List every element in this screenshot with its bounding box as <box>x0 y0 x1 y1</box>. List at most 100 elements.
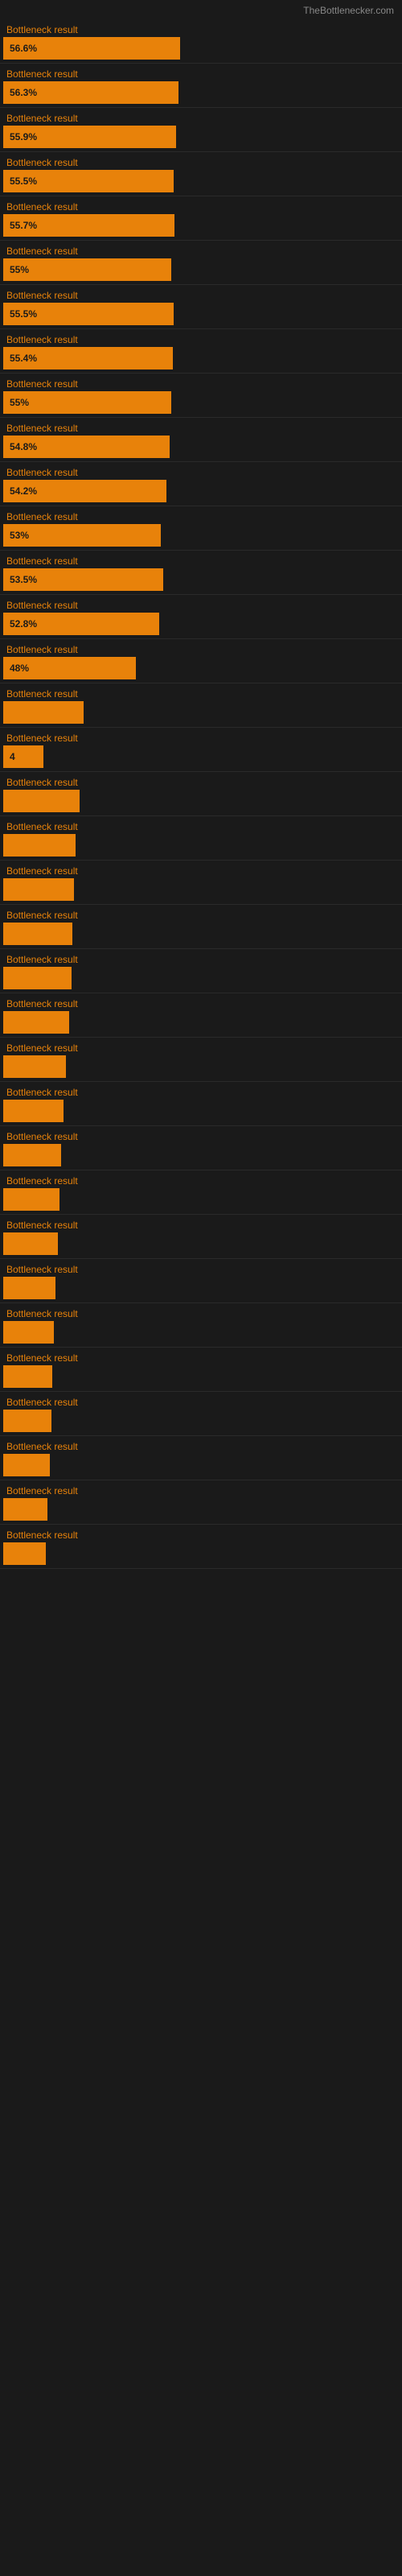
bottleneck-label: Bottleneck result <box>3 1085 402 1100</box>
bottleneck-label: Bottleneck result <box>3 332 402 347</box>
list-item: Bottleneck result <box>0 1215 402 1259</box>
bar <box>3 701 84 724</box>
bar-container <box>3 790 402 812</box>
bottleneck-label: Bottleneck result <box>3 1439 402 1454</box>
bar: 56.6% <box>3 37 180 60</box>
bar-container <box>3 1410 402 1432</box>
list-item: Bottleneck result <box>0 1082 402 1126</box>
bottleneck-label: Bottleneck result <box>3 67 402 81</box>
bottleneck-label: Bottleneck result <box>3 1528 402 1542</box>
bar-container <box>3 967 402 989</box>
bottleneck-label: Bottleneck result <box>3 1129 402 1144</box>
bottleneck-label: Bottleneck result <box>3 200 402 214</box>
bottleneck-label: Bottleneck result <box>3 465 402 480</box>
bottleneck-label: Bottleneck result <box>3 155 402 170</box>
bar <box>3 1454 50 1476</box>
bottleneck-label: Bottleneck result <box>3 598 402 613</box>
bar <box>3 1144 61 1166</box>
list-item: Bottleneck result55.9% <box>0 108 402 152</box>
bar-value: 4 <box>6 751 18 762</box>
bar-container <box>3 1011 402 1034</box>
bar-container <box>3 923 402 945</box>
bottleneck-label: Bottleneck result <box>3 1484 402 1498</box>
list-item: Bottleneck result48% <box>0 639 402 683</box>
list-item: Bottleneck result55% <box>0 241 402 285</box>
list-item: Bottleneck result <box>0 1259 402 1303</box>
bar-value: 55.4% <box>6 353 40 364</box>
list-item: Bottleneck result <box>0 1348 402 1392</box>
bottleneck-label: Bottleneck result <box>3 908 402 923</box>
list-item: Bottleneck result 53% <box>0 506 402 551</box>
bar-value: 55.7% <box>6 220 40 231</box>
bar-container <box>3 834 402 857</box>
bar-container <box>3 1365 402 1388</box>
bottleneck-label: Bottleneck result <box>3 819 402 834</box>
list-item: Bottleneck result <box>0 1126 402 1170</box>
bar <box>3 967 72 989</box>
bottleneck-label: Bottleneck result <box>3 1307 402 1321</box>
bottleneck-label: Bottleneck result <box>3 510 402 524</box>
bar-value: 48% <box>6 663 32 674</box>
bar-container <box>3 1188 402 1211</box>
list-item: Bottleneck result <box>0 1525 402 1569</box>
bar: 56.3% <box>3 81 178 104</box>
list-item: Bottleneck result <box>0 772 402 816</box>
bottleneck-label: Bottleneck result <box>3 288 402 303</box>
bar-chart: Bottleneck result56.6%Bottleneck result5… <box>0 19 402 1569</box>
bar: 54.2% <box>3 480 166 502</box>
bar-value: 53% <box>6 530 32 541</box>
bar-container: 54.8% <box>3 436 402 458</box>
bottleneck-label: Bottleneck result <box>3 377 402 391</box>
bar <box>3 1410 51 1432</box>
bar-value: 55% <box>6 397 32 408</box>
list-item: Bottleneck result <box>0 1392 402 1436</box>
bar-container: 55.5% <box>3 303 402 325</box>
bar <box>3 1365 52 1388</box>
bottleneck-label: Bottleneck result <box>3 1218 402 1232</box>
bar-container: 54.2% <box>3 480 402 502</box>
bar-value: 56.3% <box>6 87 40 98</box>
bottleneck-label: Bottleneck result <box>3 23 402 37</box>
bar: 55.5% <box>3 170 174 192</box>
bar: 4 <box>3 745 43 768</box>
bar-container: 53.5% <box>3 568 402 591</box>
bar-container: 55% <box>3 391 402 414</box>
list-item: Bottleneck result <box>0 683 402 728</box>
list-item: Bottleneck result 55% <box>0 374 402 418</box>
list-item: Bottleneck result 55.5% <box>0 152 402 196</box>
bar <box>3 1100 64 1122</box>
bar: 48% <box>3 657 136 679</box>
bar-container <box>3 1542 402 1565</box>
bar-container <box>3 1144 402 1166</box>
bar-container: 55.5% <box>3 170 402 192</box>
bar <box>3 1277 55 1299</box>
bar-container <box>3 1055 402 1078</box>
bar: 55.9% <box>3 126 176 148</box>
bar-value: 55% <box>6 264 32 275</box>
bar <box>3 1055 66 1078</box>
list-item: Bottleneck result53.5% <box>0 551 402 595</box>
bar-container <box>3 1454 402 1476</box>
bar-value: 52.8% <box>6 618 40 630</box>
bar: 55% <box>3 258 171 281</box>
list-item: Bottleneck result 55.7% <box>0 196 402 241</box>
bottleneck-label: Bottleneck result <box>3 1041 402 1055</box>
bar-container <box>3 1498 402 1521</box>
bar-container <box>3 1232 402 1255</box>
list-item: Bottleneck result <box>0 905 402 949</box>
bar <box>3 1232 58 1255</box>
bottleneck-label: Bottleneck result <box>3 1351 402 1365</box>
bar: 52.8% <box>3 613 159 635</box>
list-item: Bottleneck result <box>0 1303 402 1348</box>
bar-container <box>3 1321 402 1344</box>
list-item: Bottleneck result <box>0 1436 402 1480</box>
bottleneck-label: Bottleneck result <box>3 421 402 436</box>
list-item: Bottleneck result <box>0 1170 402 1215</box>
bottleneck-label: Bottleneck result <box>3 864 402 878</box>
bar-container: 56.3% <box>3 81 402 104</box>
bottleneck-label: Bottleneck result <box>3 1262 402 1277</box>
bar-container: 55.9% <box>3 126 402 148</box>
site-title: TheBottlenecker.com <box>303 5 394 16</box>
bar-container: 55.7% <box>3 214 402 237</box>
bar-value: 55.5% <box>6 175 40 187</box>
